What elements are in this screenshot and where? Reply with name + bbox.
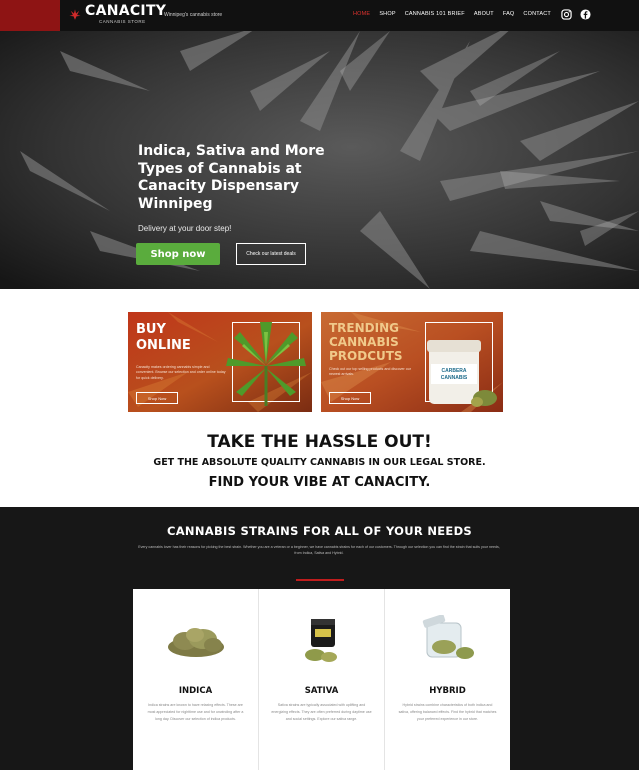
strains-divider [296, 579, 344, 581]
strain-card-indica[interactable]: INDICA Indica strains are known to have … [133, 589, 259, 770]
nav-faq[interactable]: FAQ [503, 11, 515, 17]
shop-now-button[interactable]: Shop now [136, 243, 220, 265]
logo-subtitle: CANNABIS STORE [99, 19, 146, 24]
hassle-heading: TAKE THE HASSLE OUT! [207, 432, 432, 452]
hassle-tagline: FIND YOUR VIBE AT CANACITY. [208, 475, 431, 490]
sativa-jar-image [305, 619, 337, 662]
promo-trending-title-line3: PRODCUTS [329, 348, 403, 363]
header-accent-block [0, 0, 60, 31]
promo-trending-products[interactable]: CARBERA CANNABIS TRENDING CANNABIS PRODC… [321, 312, 503, 412]
promo-trending-button[interactable]: Shop Now [329, 392, 371, 404]
strain-card-sativa[interactable]: SATIVA Sativa strains are typically asso… [259, 589, 385, 770]
svg-text:CANNABIS: CANNABIS [441, 375, 468, 381]
hero-subtitle: Delivery at your door step! [138, 224, 232, 233]
promo-buy-title: BUY ONLINE [136, 322, 191, 353]
logo-name: CANACITY [85, 3, 167, 19]
cannabis-plant-image [226, 322, 306, 406]
promo-buy-text: Canacity makes ordering cannabis simple … [136, 365, 226, 380]
cannabis-jar-image: CARBERA CANNABIS [427, 340, 497, 407]
strain-card-hybrid[interactable]: HYBRID Hybrid strains combine characteri… [385, 589, 510, 770]
strain-name-indica: INDICA [178, 686, 213, 696]
promo-trending-title-line1: TRENDING [329, 321, 399, 335]
promo-trending-title-line2: CANNABIS [329, 334, 399, 349]
strain-name-sativa: SATIVA [304, 686, 339, 696]
hero-banner: Indica, Sativa and More Types of Cannabi… [0, 31, 639, 289]
nav-cannabis-101[interactable]: CANNABIS 101 BRIEF [405, 11, 465, 17]
promo-buy-online[interactable]: BUY ONLINE Canacity makes ordering canna… [128, 312, 312, 412]
strain-name-hybrid: HYBRID [429, 686, 466, 696]
facebook-icon[interactable] [580, 9, 591, 20]
latest-deals-button[interactable]: Check our latest deals [236, 243, 306, 265]
promo-trending-text: Check out our top selling products and d… [329, 367, 411, 377]
site-logo[interactable]: CANACITY CANNABIS STORE [68, 4, 166, 28]
instagram-icon[interactable] [561, 9, 572, 20]
strain-text-hybrid: Hybrid strains combine characteristics o… [398, 703, 497, 721]
strain-cards: INDICA Indica strains are known to have … [133, 589, 510, 770]
site-header: CANACITY CANNABIS STORE Winnipeg's canna… [0, 0, 639, 31]
nav-shop[interactable]: SHOP [379, 11, 395, 17]
strain-text-sativa: Sativa strains are typically associated … [271, 703, 372, 721]
indica-bud-image [168, 628, 224, 657]
hassle-subheading: GET THE ABSOLUTE QUALITY CANNABIS IN OUR… [153, 457, 486, 468]
main-nav: HOME SHOP CANNABIS 101 BRIEF ABOUT FAQ C… [353, 11, 551, 17]
cannabis-leaf-icon [69, 9, 81, 20]
promo-buy-title-line2: ONLINE [136, 337, 191, 353]
nav-contact[interactable]: CONTACT [523, 11, 551, 17]
strain-text-indica: Indica strains are known to have relaxin… [147, 703, 244, 721]
strains-title: CANNABIS STRAINS FOR ALL OF YOUR NEEDS [166, 524, 473, 538]
header-tagline: Winnipeg's cannabis store [164, 12, 223, 18]
strains-description: Every cannabis lover has their reasons f… [138, 545, 500, 556]
promo-buy-title-line1: BUY [136, 322, 166, 337]
hybrid-jar-image [422, 615, 474, 659]
promo-buy-button[interactable]: Shop Now [136, 392, 178, 404]
nav-home[interactable]: HOME [353, 11, 370, 17]
svg-text:CARBERA: CARBERA [442, 368, 467, 374]
nav-about[interactable]: ABOUT [474, 11, 494, 17]
strains-section: CANNABIS STRAINS FOR ALL OF YOUR NEEDS E… [0, 507, 639, 770]
promo-trending-title: TRENDING CANNABIS PRODCUTS [329, 321, 403, 363]
hero-title: Indica, Sativa and More Types of Cannabi… [138, 143, 325, 212]
